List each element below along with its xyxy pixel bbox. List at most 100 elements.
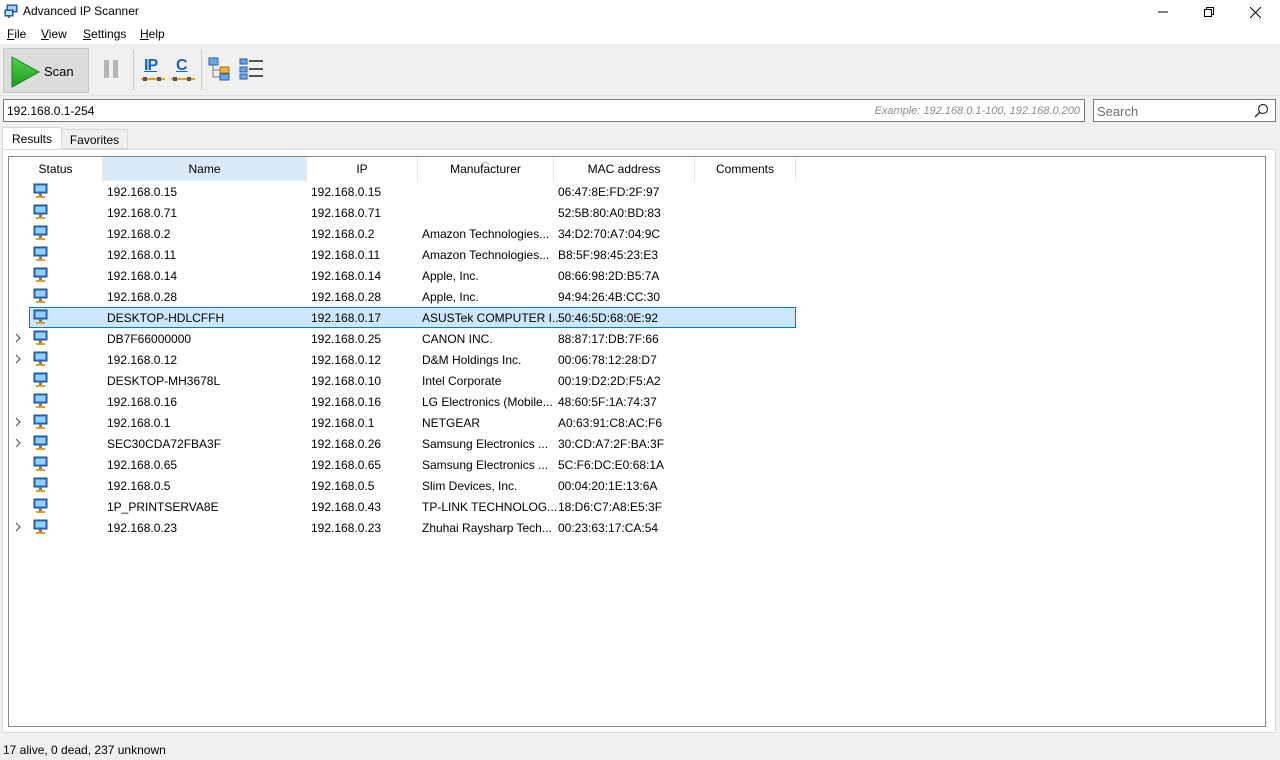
computer-online-icon bbox=[33, 498, 48, 513]
cell-manufacturer: Apple, Inc. bbox=[422, 269, 479, 283]
computer-online-icon bbox=[33, 477, 48, 492]
table-row[interactable]: DESKTOP-HDLCFFH 192.168.0.17 ASUSTek COMPU… bbox=[9, 307, 796, 328]
cell-ip: 192.168.0.71 bbox=[311, 206, 382, 220]
menu-view[interactable]: View bbox=[41, 27, 67, 41]
menu-settings[interactable]: Settings bbox=[83, 27, 126, 41]
table-row[interactable]: 192.168.0.2 192.168.0.2 Amazon Technologie… bbox=[9, 223, 796, 244]
cell-name: SEC30CDA72FBA3F bbox=[107, 437, 222, 451]
cell-name: DB7F66000000 bbox=[107, 332, 192, 346]
column-ip[interactable]: IP bbox=[307, 157, 418, 181]
computer-online-icon bbox=[33, 519, 48, 534]
chevron-right-icon[interactable] bbox=[14, 353, 22, 365]
toolbar: Scan IP C bbox=[0, 44, 1280, 96]
table-row[interactable]: 1P_PRINTSERVA8E 192.168.0.43 TP-LINK TECHN… bbox=[9, 496, 796, 517]
minimize-icon bbox=[1158, 11, 1168, 13]
cell-manufacturer: Intel Corporate bbox=[422, 374, 502, 388]
tab-results[interactable]: Results bbox=[2, 127, 62, 150]
cell-mac: 00:04:20:1E:13:6A bbox=[558, 479, 658, 493]
chevron-right-icon[interactable] bbox=[14, 437, 22, 449]
table-row[interactable]: DB7F66000000 192.168.0.25 CANON INC. 88:87:… bbox=[9, 328, 796, 349]
sort-ascending-icon: ︿ bbox=[480, 156, 490, 166]
table-row[interactable]: SEC30CDA72FBA3F 192.168.0.26 Samsung Elect… bbox=[9, 433, 796, 454]
close-button[interactable] bbox=[1232, 0, 1278, 24]
expand-all-icon[interactable] bbox=[208, 57, 234, 81]
cell-name: 192.168.0.5 bbox=[107, 479, 171, 493]
cell-ip: 192.168.0.26 bbox=[311, 437, 382, 451]
column-manufacturer[interactable]: ︿ Manufacturer bbox=[418, 157, 554, 181]
play-icon bbox=[11, 56, 40, 88]
results-list[interactable]: Status Name IP ︿ Manufacturer MAC addres… bbox=[8, 156, 1266, 727]
computer-online-icon bbox=[33, 372, 48, 387]
cell-name: DESKTOP-MH3678L bbox=[107, 374, 221, 388]
table-row[interactable]: 192.168.0.71 192.168.0.71 52:5B:80:A0:BD:8… bbox=[9, 202, 796, 223]
table-row[interactable]: 192.168.0.23 192.168.0.23 Zhuhai Raysharp … bbox=[9, 517, 796, 538]
column-comments[interactable]: Comments bbox=[695, 157, 796, 181]
cell-ip: 192.168.0.16 bbox=[311, 395, 382, 409]
collapse-all-icon[interactable] bbox=[239, 58, 265, 80]
computer-online-icon bbox=[33, 456, 48, 471]
pause-icon[interactable] bbox=[101, 58, 121, 80]
cell-manufacturer: LG Electronics (Mobile... bbox=[422, 395, 553, 409]
cell-name: 192.168.0.16 bbox=[107, 395, 178, 409]
table-row[interactable]: 192.168.0.65 192.168.0.65 Samsung Electron… bbox=[9, 454, 796, 475]
column-status[interactable]: Status bbox=[9, 157, 103, 181]
search-icon[interactable] bbox=[1254, 103, 1269, 118]
chevron-right-icon[interactable] bbox=[14, 332, 22, 344]
table-row[interactable]: DESKTOP-MH3678L 192.168.0.10 Intel Corpora… bbox=[9, 370, 796, 391]
computer-online-icon bbox=[33, 267, 48, 282]
cell-mac: 88:87:17:DB:7F:66 bbox=[558, 332, 659, 346]
cell-mac: B8:5F:98:45:23:E3 bbox=[558, 248, 659, 262]
chevron-right-icon[interactable] bbox=[14, 521, 22, 533]
computer-online-icon bbox=[33, 330, 48, 345]
search-box[interactable] bbox=[1093, 99, 1276, 122]
column-mac-address[interactable]: MAC address bbox=[554, 157, 695, 181]
menu-file[interactable]: File bbox=[7, 27, 26, 41]
cell-manufacturer: Samsung Electronics ... bbox=[422, 458, 549, 472]
table-row[interactable]: 192.168.0.14 192.168.0.14 Apple, Inc. 08:66… bbox=[9, 265, 796, 286]
computer-online-icon bbox=[33, 225, 48, 240]
computer-online-icon bbox=[33, 204, 48, 219]
menu-bar: File View Settings Help bbox=[0, 24, 1280, 44]
cell-ip: 192.168.0.43 bbox=[311, 500, 382, 514]
table-row[interactable]: 192.168.0.15 192.168.0.15 06:47:8E:FD:2F:9… bbox=[9, 181, 796, 202]
ip-range-input[interactable]: 192.168.0.1-254 Example: 192.168.0.1-100… bbox=[3, 99, 1085, 122]
c-class-scan-icon[interactable]: C bbox=[171, 56, 195, 82]
cell-name: 192.168.0.28 bbox=[107, 290, 178, 304]
ip-scan-icon[interactable]: IP bbox=[141, 56, 165, 82]
column-name[interactable]: Name bbox=[103, 157, 307, 181]
cell-ip: 192.168.0.10 bbox=[311, 374, 382, 388]
computer-online-icon bbox=[33, 246, 48, 261]
table-row[interactable]: 192.168.0.5 192.168.0.5 Slim Devices, Inc.… bbox=[9, 475, 796, 496]
column-header: Status Name IP ︿ Manufacturer MAC addres… bbox=[9, 157, 1265, 181]
tab-favorites[interactable]: Favorites bbox=[62, 129, 128, 149]
table-row[interactable]: 192.168.0.12 192.168.0.12 D&M Holdings Inc… bbox=[9, 349, 796, 370]
cell-name: 192.168.0.1 bbox=[107, 416, 171, 430]
cell-manufacturer: Apple, Inc. bbox=[422, 290, 479, 304]
cell-name: 192.168.0.12 bbox=[107, 353, 178, 367]
menu-help[interactable]: Help bbox=[140, 27, 165, 41]
cell-name: 192.168.0.71 bbox=[107, 206, 178, 220]
cell-name: 1P_PRINTSERVA8E bbox=[107, 500, 219, 514]
table-row[interactable]: 192.168.0.28 192.168.0.28 Apple, Inc. 94:94… bbox=[9, 286, 796, 307]
table-row[interactable]: 192.168.0.16 192.168.0.16 LG Electronics (… bbox=[9, 391, 796, 412]
cell-manufacturer: Samsung Electronics ... bbox=[422, 437, 549, 451]
table-row[interactable]: 192.168.0.11 192.168.0.11 Amazon Technolog… bbox=[9, 244, 796, 265]
cell-manufacturer: TP-LINK TECHNOLOG... bbox=[422, 500, 558, 514]
table-row[interactable]: 192.168.0.1 192.168.0.1 NETGEAR A0:63:91:C8… bbox=[9, 412, 796, 433]
search-input[interactable] bbox=[1097, 103, 1247, 119]
cell-mac: 00:06:78:12:28:D7 bbox=[558, 353, 657, 367]
close-icon bbox=[1249, 6, 1261, 18]
cell-mac: 50:46:5D:68:0E:92 bbox=[558, 311, 659, 325]
cell-name: 192.168.0.14 bbox=[107, 269, 178, 283]
ip-range-hint: Example: 192.168.0.1-100, 192.168.0.200 bbox=[874, 105, 1081, 117]
toolbar-separator bbox=[133, 50, 134, 90]
minimize-button[interactable] bbox=[1140, 0, 1186, 24]
computer-online-icon bbox=[33, 183, 48, 198]
cell-mac: 30:CD:A7:2F:BA:3F bbox=[558, 437, 665, 451]
restore-button[interactable] bbox=[1186, 0, 1232, 24]
scan-button[interactable]: Scan bbox=[3, 48, 89, 93]
chevron-right-icon[interactable] bbox=[14, 416, 22, 428]
computer-online-icon bbox=[33, 393, 48, 408]
computer-online-icon bbox=[33, 351, 48, 366]
cell-mac: 00:23:63:17:CA:54 bbox=[558, 521, 659, 535]
